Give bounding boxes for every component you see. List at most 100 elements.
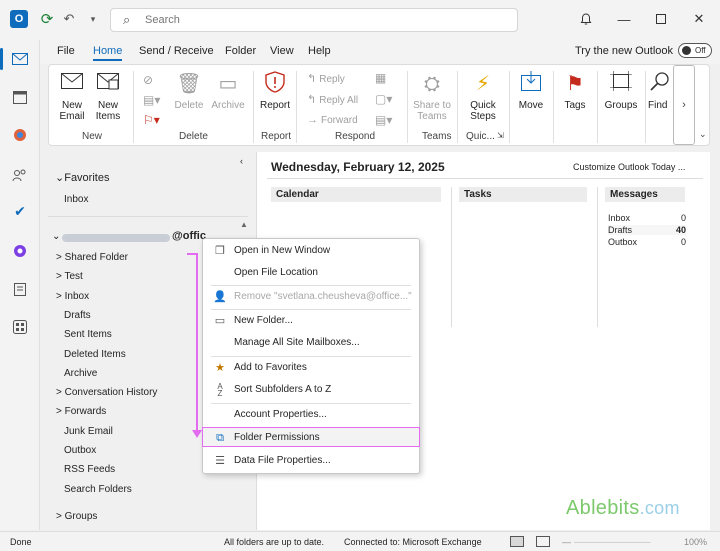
messages-drafts-row[interactable]: Drafts 40 [608, 225, 686, 235]
menu-item-label: Sort Subfolders A to Z [234, 384, 332, 395]
tab-folder[interactable]: Folder [225, 45, 256, 57]
new-items-button[interactable]: New Items [91, 71, 125, 122]
maximize-button[interactable] [651, 10, 671, 28]
messages-inbox-row[interactable]: Inbox 0 [608, 213, 686, 223]
send-receive-all-icon[interactable]: ⟳ [38, 10, 56, 28]
menu-item-data-file-properties[interactable]: ☰ Data File Properties... [203, 451, 419, 471]
folder-item[interactable]: Archive [64, 368, 97, 379]
collapse-ribbon-icon[interactable]: ⌄ [699, 129, 707, 140]
folder-item[interactable]: RSS Feeds [64, 464, 115, 475]
tab-send-receive[interactable]: Send / Receive [139, 45, 214, 57]
menu-item-label: Add to Favorites [234, 362, 307, 373]
quick-steps-label: Quick Steps [470, 100, 496, 122]
menu-item-add-to-favorites[interactable]: ★ Add to Favorites [203, 358, 419, 378]
menu-item-folder-permissions[interactable]: ⧉ Folder Permissions [202, 427, 420, 447]
folder-item[interactable]: Deleted Items [64, 349, 126, 360]
folder-item[interactable]: > Conversation History [56, 387, 157, 398]
app-navigation-rail: ✔ [0, 40, 40, 530]
search-box[interactable]: ⌕ [110, 8, 518, 32]
menu-item-remove-account[interactable]: 👤 Remove "svetlana.cheusheva@office..." [203, 287, 419, 307]
scroll-up-icon[interactable]: ▲ [240, 220, 248, 229]
cleanup-icon[interactable]: ▤▾ [143, 93, 160, 107]
report-label: Report [259, 100, 290, 111]
favorite-inbox[interactable]: Inbox [64, 194, 88, 205]
tags-button[interactable]: ⚑ Tags [557, 71, 593, 111]
customize-outlook-today-link[interactable]: Customize Outlook Today ... [573, 162, 685, 172]
favorites-header[interactable]: ⌄Favorites [55, 171, 109, 184]
im-icon[interactable]: ▢▾ [375, 92, 392, 106]
menu-item-open-new-window[interactable]: ❐ Open in New Window [203, 241, 419, 261]
folder-item[interactable]: Junk Email [64, 426, 113, 437]
report-button[interactable]: Report [258, 71, 292, 111]
find-button[interactable]: Find [648, 71, 672, 111]
groups-button[interactable]: Groups [601, 71, 641, 111]
folder-item[interactable]: > Test [56, 271, 83, 282]
folder-context-menu: ❐ Open in New Window Open File Location … [202, 238, 420, 474]
menu-item-open-file-location[interactable]: Open File Location [203, 263, 419, 283]
collapse-folder-pane-icon[interactable]: ‹ [240, 156, 243, 166]
menu-item-new-folder[interactable]: ▭ New Folder... [203, 311, 419, 331]
groups-icon [601, 71, 641, 97]
mail-icon[interactable] [9, 48, 31, 70]
messages-outbox-row[interactable]: Outbox 0 [608, 237, 686, 247]
search-icon: ⌕ [123, 12, 131, 27]
notes-icon[interactable] [9, 278, 31, 300]
folder-item[interactable]: > Forwards [56, 406, 106, 417]
new-email-label: New Email [59, 100, 85, 122]
search-input[interactable] [145, 12, 505, 28]
notification-bell-icon[interactable] [576, 10, 596, 28]
share-to-teams-label: Share to Teams [413, 100, 451, 122]
customize-quick-access-icon[interactable]: ▾ [84, 10, 102, 28]
move-button[interactable]: Move [513, 71, 549, 111]
tab-help[interactable]: Help [308, 45, 331, 57]
to-do-icon[interactable]: ✔ [9, 200, 31, 222]
folder-item[interactable]: Drafts [64, 310, 91, 321]
ribbon-more-chevron-icon[interactable]: › [673, 65, 695, 145]
new-outlook-toggle[interactable]: Off [678, 43, 712, 58]
zoom-slider[interactable]: — [562, 537, 571, 547]
ignore-icon[interactable]: ⊘ [143, 73, 153, 87]
folder-item[interactable]: Outbox [64, 445, 96, 456]
ribbon-separator [296, 71, 297, 143]
loop-icon[interactable] [9, 240, 31, 262]
group-label-delete: Delete [179, 131, 208, 142]
tab-file[interactable]: File [57, 45, 75, 57]
reply-button[interactable]: ↰ Reply [307, 72, 345, 85]
ribbon-separator [553, 71, 554, 143]
close-button[interactable]: ✕ [689, 10, 709, 28]
archive-button[interactable]: ▭ Archive [209, 71, 247, 111]
copilot-icon[interactable] [9, 124, 31, 146]
menu-item-account-properties[interactable]: Account Properties... [203, 405, 419, 425]
calendar-icon[interactable] [9, 86, 31, 108]
new-items-icon [91, 71, 125, 97]
folder-item[interactable]: Search Folders [64, 484, 132, 495]
new-email-icon [57, 71, 87, 97]
folder-item[interactable]: > Inbox [56, 291, 89, 302]
menu-item-sort-subfolders[interactable]: AZ Sort Subfolders A to Z [203, 380, 419, 400]
ribbon-separator [645, 71, 646, 143]
more-respond-icon[interactable]: ▤▾ [375, 113, 392, 127]
quick-steps-button[interactable]: ⚡ Quick Steps [463, 71, 503, 122]
normal-view-icon[interactable] [510, 536, 524, 547]
minimize-button[interactable]: — [614, 10, 634, 28]
groups-folder[interactable]: > Groups [56, 511, 97, 522]
reading-view-icon[interactable] [536, 536, 550, 547]
status-connection[interactable]: Connected to: Microsoft Exchange [344, 537, 482, 547]
people-icon[interactable] [9, 164, 31, 186]
folder-item[interactable]: Sent Items [64, 329, 112, 340]
apps-icon[interactable] [9, 316, 31, 338]
undo-icon[interactable]: ↶ [60, 10, 78, 28]
menu-item-label: Account Properties... [234, 409, 327, 420]
forward-button[interactable]: → Forward [307, 114, 358, 126]
dialog-launcher-icon[interactable]: ⇲ [497, 131, 504, 140]
folder-item[interactable]: > Shared Folder [56, 252, 128, 263]
tab-view[interactable]: View [270, 45, 294, 57]
tab-home[interactable]: Home [93, 45, 123, 61]
junk-icon[interactable]: ⚐▾ [143, 113, 160, 127]
menu-item-manage-site-mailboxes[interactable]: Manage All Site Mailboxes... [203, 333, 419, 353]
new-email-button[interactable]: New Email [57, 71, 87, 122]
delete-button[interactable]: 🗑 Delete [173, 71, 205, 111]
reply-all-button[interactable]: ↰ Reply All [307, 93, 358, 106]
meeting-icon[interactable]: ▦ [375, 71, 386, 85]
share-to-teams-button[interactable]: ⛭ Share to Teams [411, 71, 453, 122]
